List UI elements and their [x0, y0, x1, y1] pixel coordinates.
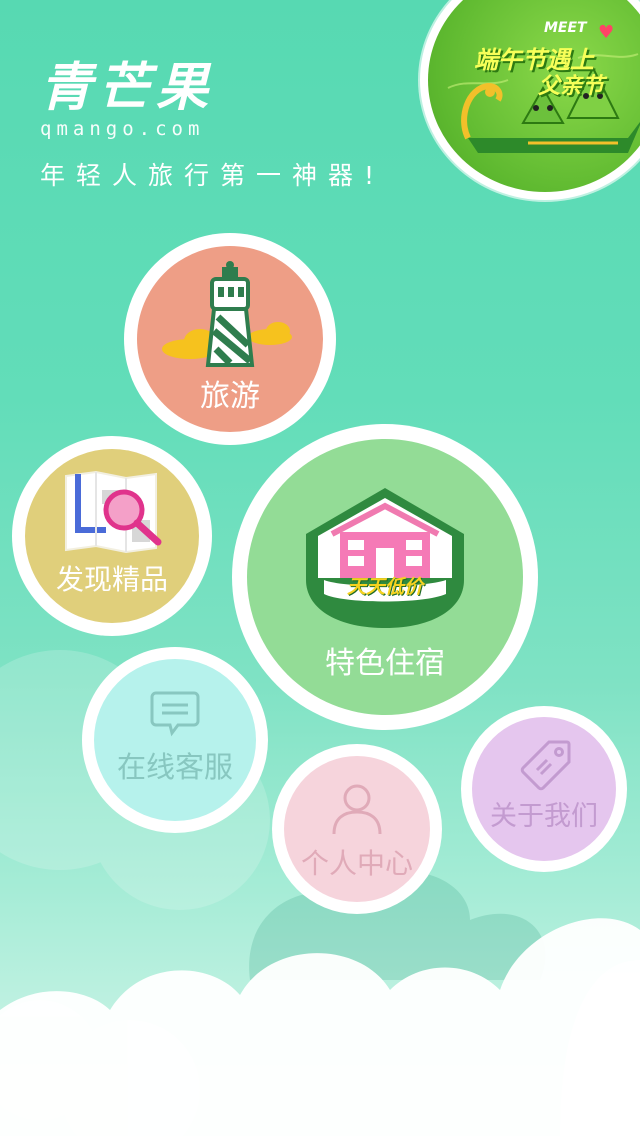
travel-label: 旅游 — [200, 379, 260, 414]
lighthouse-icon — [162, 261, 292, 367]
service-disc — [94, 659, 256, 821]
heart-icon: ♥ — [598, 22, 615, 43]
profile-button[interactable]: 个人中心 — [272, 744, 442, 914]
person-icon — [332, 784, 382, 835]
hotel-button[interactable]: 天天低价 特色住宿 — [232, 424, 538, 730]
brand-logo-text: 青芒果 — [40, 58, 215, 118]
brand-slogan: 年轻人旅行第一神器! — [40, 161, 386, 190]
discover-label: 发现精品 — [55, 563, 168, 596]
online-service-button[interactable]: 在线客服 — [82, 647, 268, 833]
festival-banner[interactable]: MEET ♥ 端午节遇上 父亲节 — [420, 0, 640, 200]
tag-icon — [520, 740, 571, 791]
brand-header: 青芒果 qmango.com 年轻人旅行第一神器! — [40, 58, 385, 192]
hotel-label: 特色住宿 — [325, 646, 445, 681]
festival-subtitle: 父亲节 — [538, 74, 605, 99]
map-search-icon — [65, 470, 162, 554]
chat-icon — [150, 691, 200, 737]
discover-button[interactable]: 发现精品 — [12, 436, 212, 636]
hotel-badge: 天天低价 — [346, 576, 423, 598]
festival-illustration: MEET ♥ 端午节遇上 父亲节 — [428, 0, 640, 192]
brand-url: qmango.com — [40, 118, 205, 140]
about-button[interactable]: 关于我们 — [461, 706, 627, 872]
profile-label: 个人中心 — [300, 847, 413, 880]
festival-meet-text: MEET — [544, 20, 587, 36]
about-label: 关于我们 — [490, 801, 598, 832]
house-icon — [306, 488, 464, 628]
travel-button[interactable]: 旅游 — [124, 233, 336, 445]
service-label: 在线客服 — [116, 750, 233, 784]
